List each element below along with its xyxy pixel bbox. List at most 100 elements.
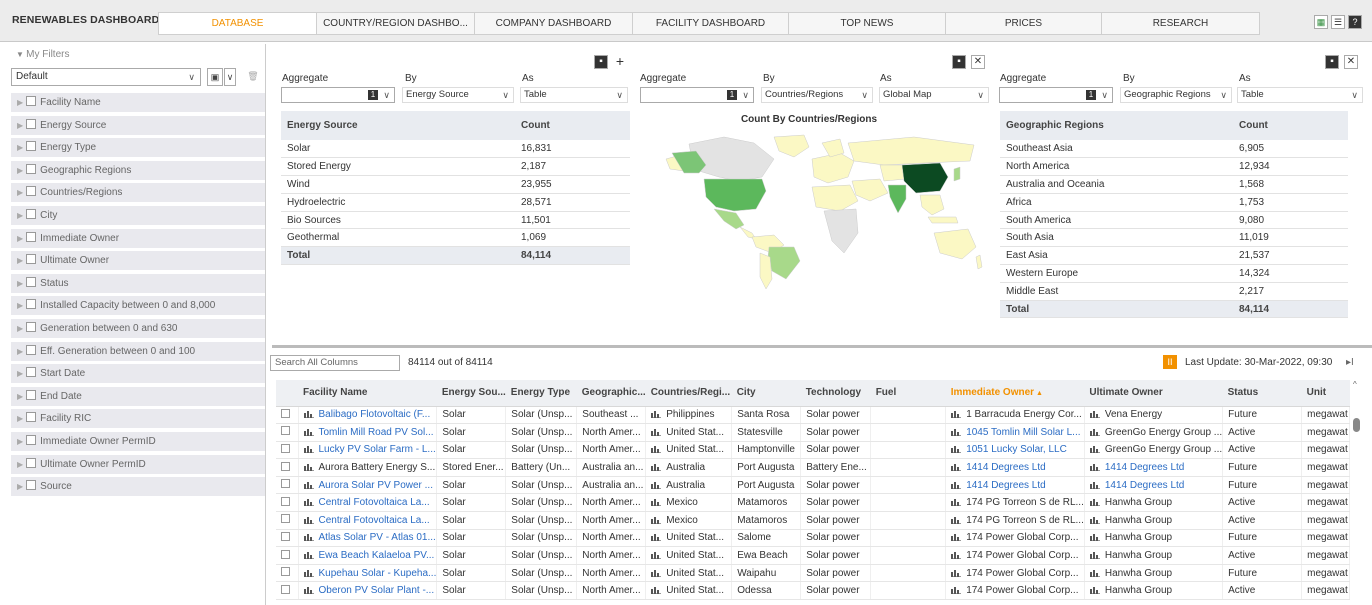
filter-item[interactable]: ▶ Energy Source [11, 115, 265, 135]
chart-icon[interactable] [1089, 462, 1100, 472]
grid-row[interactable]: Lucky PV Solar Farm - L... Solar Solar (Un… [276, 441, 1351, 460]
filter-item[interactable]: ▶ Ultimate Owner PermID [11, 454, 265, 474]
expand-triangle-icon[interactable]: ▶ [17, 414, 23, 423]
table-row[interactable]: Middle East 2,217 [1000, 282, 1348, 301]
grid-cell[interactable]: Central Fotovoltaica La... [298, 493, 438, 513]
grid-cell[interactable]: Oberon PV Solar Plant -... [298, 581, 438, 601]
grid-column-header[interactable]: Facility Name [298, 380, 437, 407]
by-select[interactable]: Geographic Regions ∨ [1120, 87, 1232, 103]
grid-column-header[interactable]: Fuel [870, 380, 946, 407]
filter-checkbox[interactable] [26, 299, 37, 310]
filter-item[interactable]: ▶ Generation between 0 and 630 [11, 319, 265, 338]
table-row[interactable]: South America 9,080 [1000, 211, 1348, 230]
column-header[interactable]: Energy Source [281, 111, 515, 140]
grid-cell[interactable]: Ewa Beach Kalaeloa PV... [298, 546, 438, 565]
filter-item[interactable]: ▶ Immediate Owner [11, 228, 265, 248]
as-select[interactable]: Table ∨ [1237, 87, 1363, 103]
expand-triangle-icon[interactable]: ▶ [17, 279, 23, 288]
grid-row[interactable]: Kupehau Solar - Kupeha... Solar Solar (Uns… [276, 564, 1351, 583]
grid-row[interactable]: Balibago Flotovoltaic (F... Solar Solar (U… [276, 406, 1351, 425]
tab-top-news[interactable]: TOP NEWS [789, 13, 946, 34]
grid-cell[interactable]: 1414 Degrees Ltd [945, 476, 1085, 495]
row-checkbox[interactable] [281, 514, 290, 524]
filter-checkbox[interactable] [26, 209, 37, 219]
table-row[interactable]: Solar 16,831 [281, 140, 630, 159]
expand-triangle-icon[interactable]: ▶ [17, 121, 23, 130]
expand-triangle-icon[interactable]: ▶ [17, 166, 23, 175]
chart-icon[interactable] [1089, 585, 1100, 595]
grid-column-header[interactable]: Energy Sou... [436, 380, 506, 407]
row-checkbox[interactable] [281, 584, 290, 594]
filter-item[interactable]: ▶ Energy Type [11, 138, 265, 158]
table-row[interactable]: Bio Sources 11,501 [281, 211, 630, 230]
filter-item[interactable]: ▶ Immediate Owner PermID [11, 432, 265, 451]
as-select[interactable]: Table ∨ [520, 87, 628, 103]
column-header[interactable]: Geographic Regions [1000, 111, 1233, 140]
grid-row[interactable]: Aurora Solar PV Power ... Solar Solar (Uns… [276, 476, 1351, 495]
expand-triangle-icon[interactable]: ▶ [17, 460, 23, 469]
filter-checkbox[interactable] [26, 96, 37, 106]
grid-column-header[interactable]: City [731, 380, 801, 407]
grid-cell[interactable]: Kupehau Solar - Kupeha... [298, 564, 438, 583]
search-all-columns-input[interactable]: Search All Columns [270, 355, 400, 371]
grid-cell[interactable]: 1051 Lucky Solar, LLC [945, 441, 1085, 460]
chart-icon[interactable] [651, 444, 662, 454]
grid-column-header[interactable]: Ultimate Owner [1084, 380, 1223, 407]
grid-column-header[interactable]: Unit [1301, 380, 1350, 407]
expand-triangle-icon[interactable]: ▶ [17, 98, 23, 107]
grid-column-header[interactable]: Status [1222, 380, 1302, 407]
grid-row[interactable]: Aurora Battery Energy S... Stored Ener...… [276, 458, 1351, 477]
delete-filter-icon[interactable]: 🗑 [245, 68, 261, 86]
chart-icon[interactable] [951, 568, 962, 577]
grid-row[interactable]: Tomlin Mill Road PV Sol... Solar Solar (Un… [276, 423, 1351, 442]
tab-country-region-dashboard[interactable]: COUNTRY/REGION DASHBO... [317, 13, 475, 34]
filter-checkbox[interactable] [26, 344, 37, 355]
filter-item[interactable]: ▶ City [11, 206, 265, 225]
filter-checkbox[interactable] [26, 163, 37, 174]
grid-cell[interactable]: Balibago Flotovoltaic (F... [298, 406, 438, 425]
grid-cell[interactable]: 1414 Degrees Ltd [945, 458, 1085, 477]
column-header[interactable]: Count [1233, 111, 1348, 140]
column-header[interactable]: Count [515, 111, 630, 140]
grid-cell[interactable]: 1414 Degrees Ltd [1084, 476, 1224, 495]
chart-icon[interactable] [303, 409, 314, 419]
grid-row[interactable]: Central Fotovoltaica La... Solar Solar (Un… [276, 511, 1351, 530]
chart-icon[interactable] [1089, 568, 1100, 577]
grid-column-header[interactable]: Countries/Regi... [645, 380, 732, 407]
aggregate-select[interactable]: 1 ∨ [999, 87, 1113, 103]
chart-icon[interactable] [651, 585, 662, 595]
chart-icon[interactable] [651, 497, 662, 507]
expand-triangle-icon[interactable]: ▶ [17, 188, 23, 197]
by-select[interactable]: Energy Source ∨ [402, 87, 514, 103]
expand-panel-icon[interactable]: ▸I [1346, 357, 1354, 368]
chart-icon[interactable] [1089, 480, 1100, 489]
filter-checkbox[interactable] [26, 457, 37, 468]
chart-icon[interactable] [951, 444, 962, 454]
filter-checkbox[interactable] [26, 480, 37, 491]
expand-triangle-icon[interactable]: ▶ [17, 437, 23, 446]
sort-ascending-icon[interactable]: ▲ [1034, 390, 1043, 397]
table-row[interactable]: North America 12,934 [1000, 157, 1348, 177]
table-row[interactable]: Australia and Oceania 1,568 [1000, 175, 1348, 194]
table-row[interactable]: Southeast Asia 6,905 [1000, 140, 1348, 159]
row-checkbox[interactable] [281, 496, 290, 506]
tab-company-dashboard[interactable]: COMPANY DASHBOARD [475, 13, 633, 34]
chart-icon[interactable] [1089, 427, 1100, 436]
tab-facility-dashboard[interactable]: FACILITY DASHBOARD [633, 13, 789, 34]
table-row[interactable]: South Asia 11,019 [1000, 228, 1348, 248]
expand-triangle-icon[interactable]: ▶ [17, 211, 23, 220]
filter-item[interactable]: ▶ Source [11, 477, 265, 497]
grid-cell[interactable]: Central Fotovoltaica La... [298, 511, 438, 530]
chart-icon[interactable] [1089, 532, 1100, 542]
filter-item[interactable]: ▶ Installed Capacity between 0 and 8,000 [11, 296, 265, 316]
expand-triangle-icon[interactable]: ▶ [17, 392, 23, 401]
chart-icon[interactable] [1089, 550, 1100, 560]
chart-icon[interactable] [651, 480, 662, 489]
widget-copy-icon[interactable]: ▪ [1325, 55, 1339, 69]
grid-row[interactable]: Central Fotovoltaica La... Solar Solar (Un… [276, 493, 1351, 513]
widget-copy-icon[interactable]: ▪ [952, 55, 966, 69]
chart-icon[interactable] [651, 568, 662, 577]
help-icon[interactable]: ? [1348, 15, 1362, 29]
chart-icon[interactable] [303, 515, 314, 524]
by-select[interactable]: Countries/Regions ∨ [761, 87, 873, 103]
